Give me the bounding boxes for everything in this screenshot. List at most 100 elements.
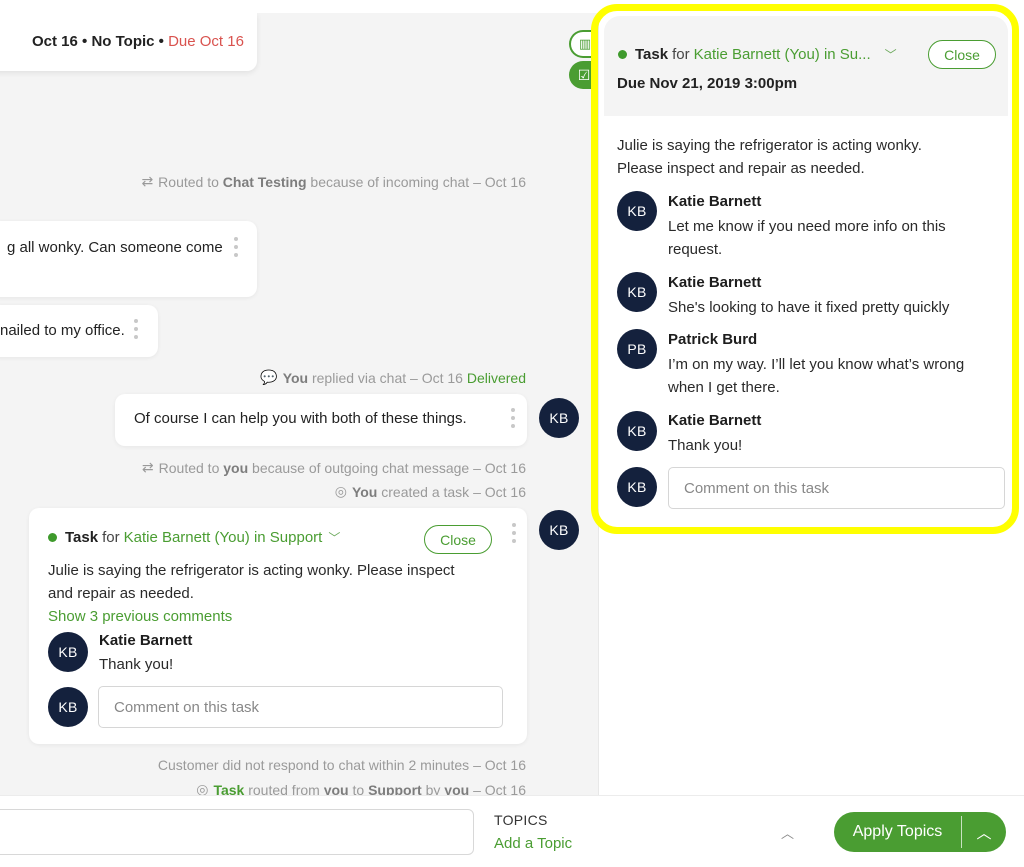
conversation-meta: Oct 16 • No Topic • Due Oct 16	[32, 33, 244, 50]
close-task-button[interactable]: Close	[928, 40, 996, 69]
conversation-meta-text: Oct 16 • No Topic •	[32, 33, 169, 50]
composer-bar: TOPICS Add a Topic ︿ Apply Topics ︿	[0, 795, 1024, 867]
comment-author: Katie Barnett	[668, 193, 762, 210]
task-title-line: Task for Katie Barnett (You) in Support …	[48, 529, 340, 546]
message-text: g all wonky. Can someone come	[7, 239, 223, 256]
clipboard-check-icon: ☑	[577, 66, 591, 83]
event-part: – Oct 16	[469, 781, 526, 796]
message-options-icon[interactable]	[234, 237, 238, 257]
task-assignee-link[interactable]: Katie Barnett (You) in Support	[124, 529, 323, 546]
avatar: KB	[539, 510, 579, 550]
tasks-button[interactable]: ☑	[569, 61, 599, 89]
task-label: Task	[635, 46, 669, 63]
event-text: Routed to Chat Testing because of incomi…	[158, 174, 526, 190]
event-prefix: Routed to	[158, 459, 224, 476]
event-bold: you	[323, 781, 349, 796]
event-created-task: ◎ You created a task – Oct 16	[335, 483, 526, 500]
task-due-date: Due Nov 21, 2019 3:00pm	[617, 75, 798, 92]
comment-line: Let me know if you need more info on thi…	[668, 218, 946, 235]
event-replied: 💬 You replied via chat – Oct 16 Delivere…	[260, 369, 526, 386]
event-no-response: Customer did not respond to chat within …	[158, 757, 526, 773]
task-panel-comment-input[interactable]	[668, 467, 1005, 509]
event-bold: You	[351, 483, 378, 500]
knowledge-base-button[interactable]: ▥	[569, 30, 599, 58]
chevron-down-icon[interactable]: ﹀	[328, 529, 340, 546]
event-text: Task routed from you to Support by you –…	[213, 782, 526, 796]
avatar: KB	[617, 272, 657, 312]
task-for: for	[672, 46, 690, 63]
delivered-status: Delivered	[466, 369, 526, 386]
event-suffix: created a task – Oct 16	[377, 483, 526, 500]
event-part: by	[421, 781, 445, 796]
event-text: Routed to you because of outgoing chat m…	[159, 460, 526, 476]
chat-bubble-icon: 💬	[260, 369, 278, 385]
check-circle-icon: ◎	[334, 483, 347, 499]
event-prefix: Routed to	[158, 173, 223, 190]
check-circle-icon: ◎	[196, 781, 209, 795]
message-text: Of course I can help you with both of th…	[134, 410, 467, 427]
event-text: You created a task – Oct 16	[352, 484, 526, 500]
comment-text: Thank you!	[668, 437, 743, 454]
task-status-dot-icon	[48, 533, 57, 542]
top-strip	[0, 0, 1024, 13]
avatar: KB	[48, 687, 88, 727]
task-description-line: Please inspect and repair as needed.	[617, 160, 865, 177]
comment-author: Katie Barnett	[668, 412, 762, 429]
task-label: Task	[65, 529, 99, 546]
add-topic-link[interactable]: Add a Topic	[494, 835, 572, 852]
comment-author: Patrick Burd	[668, 331, 758, 348]
route-arrows-icon: ⇄	[141, 459, 154, 475]
comment-author: Katie Barnett	[668, 274, 762, 291]
task-assignee-link[interactable]: Katie Barnett (You) in Su...	[694, 46, 871, 63]
event-part: routed from	[244, 781, 324, 796]
task-comment-input[interactable]	[98, 686, 503, 728]
show-previous-comments-link[interactable]: Show 3 previous comments	[48, 608, 232, 625]
event-task-link[interactable]: Task	[213, 782, 244, 796]
message-options-icon[interactable]	[511, 408, 515, 428]
topics-label: TOPICS	[494, 812, 548, 828]
task-description: Julie is saying the refrigerator is acti…	[48, 559, 455, 605]
comment-text: I’m on my way. I’ll let you know what’s …	[668, 353, 964, 399]
task-description-line: and repair as needed.	[48, 585, 194, 602]
comment-line: when I get there.	[668, 379, 780, 396]
route-arrows-icon: ⇄	[141, 173, 154, 189]
message-options-icon[interactable]	[134, 319, 138, 339]
chevron-down-icon[interactable]: ﹀	[885, 46, 897, 63]
apply-options-chevron-up-icon[interactable]: ︿	[962, 812, 1006, 852]
comment-line: request.	[668, 241, 723, 258]
comment-text: Let me know if you need more info on thi…	[668, 215, 946, 261]
event-routed-chat-testing: ⇄ Routed to Chat Testing because of inco…	[141, 173, 526, 190]
chevron-up-icon[interactable]: ︿	[781, 823, 794, 842]
event-middle: replied via chat – Oct 16	[308, 369, 467, 386]
comment-author: Katie Barnett	[99, 632, 193, 649]
inline-task-card: Task for Katie Barnett (You) in Support …	[29, 508, 527, 744]
event-text: You replied via chat – Oct 16 Delivered	[283, 370, 526, 386]
event-suffix: because of incoming chat – Oct 16	[306, 173, 526, 190]
event-bold: Chat Testing	[222, 173, 307, 190]
message-text: nailed to my office.	[0, 322, 125, 339]
task-for: for	[102, 529, 120, 546]
agent-message-bubble: Of course I can help you with both of th…	[115, 394, 527, 446]
comment-line: I’m on my way. I’ll let you know what’s …	[668, 356, 965, 373]
avatar: KB	[48, 632, 88, 672]
task-description-line: Julie is saying the refrigerator is acti…	[48, 562, 455, 579]
avatar: KB	[617, 467, 657, 507]
event-suffix: because of outgoing chat message – Oct 1…	[248, 459, 526, 476]
apply-topics-button[interactable]: Apply Topics	[834, 812, 961, 852]
task-detail-pane	[598, 13, 1024, 795]
comment-text: She's looking to have it fixed pretty qu…	[668, 299, 950, 316]
event-task-routed: ◎ Task routed from you to Support by you…	[196, 781, 526, 795]
event-bold: Support	[368, 781, 422, 796]
message-composer-input[interactable]	[0, 809, 474, 855]
due-date-label: Due Oct 16	[168, 33, 244, 50]
task-options-icon[interactable]	[512, 523, 516, 543]
task-status-dot-icon	[618, 50, 627, 59]
customer-message-bubble: nailed to my office.	[0, 305, 158, 357]
apply-topics-split-button: Apply Topics ︿	[834, 812, 1006, 852]
close-task-button[interactable]: Close	[424, 525, 492, 554]
event-part: to	[348, 781, 369, 796]
avatar: KB	[539, 398, 579, 438]
task-panel-title-line: Task for Katie Barnett (You) in Su... ﹀	[618, 46, 897, 63]
avatar: PB	[617, 329, 657, 369]
avatar: KB	[617, 191, 657, 231]
